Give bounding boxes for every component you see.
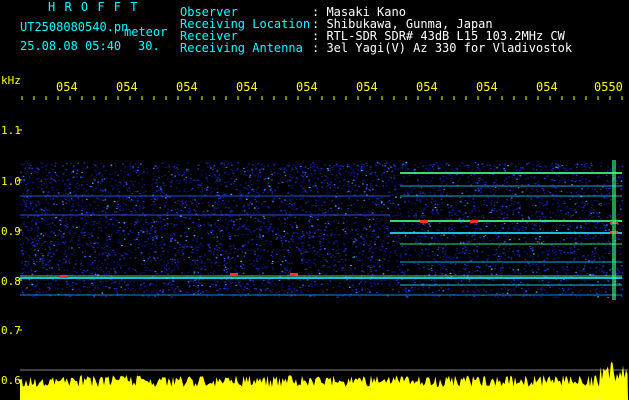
x-tick-label: 054 <box>236 80 258 94</box>
y-axis-unit: kHz <box>1 74 21 87</box>
file-name: UT2508080540.pn <box>20 20 129 34</box>
x-tick-label: 054 <box>536 80 558 94</box>
y-tick-label: 0.6 <box>1 374 21 387</box>
mode-label: meteor <box>124 25 168 39</box>
x-tick-label: 054 <box>476 80 498 94</box>
y-tick-label: 0.9 <box>1 225 21 238</box>
x-tick-label: 054 <box>176 80 198 94</box>
y-tick-label: 0.8 <box>1 275 21 288</box>
app-brand: H R O F F T <box>48 0 139 14</box>
y-tick-label: 0.7 <box>1 324 21 337</box>
x-tick-label: 0550 <box>594 80 623 94</box>
antenna-value: : 3el Yagi(V) Az 330 for Vladivostok <box>312 41 573 55</box>
duration-label: 30. <box>138 39 160 53</box>
spectrogram-canvas <box>18 96 628 400</box>
y-tick-label: 1.0 <box>1 175 21 188</box>
y-tick-label: 1.1 <box>1 124 21 137</box>
x-tick-label: 054 <box>296 80 318 94</box>
x-tick-label: 054 <box>116 80 138 94</box>
x-tick-label: 054 <box>356 80 378 94</box>
datetime-label: 25.08.08 05:40 <box>20 39 122 53</box>
x-tick-label: 054 <box>56 80 78 94</box>
x-tick-label: 054 <box>416 80 438 94</box>
antenna-label: Receiving Antenna <box>180 41 303 55</box>
